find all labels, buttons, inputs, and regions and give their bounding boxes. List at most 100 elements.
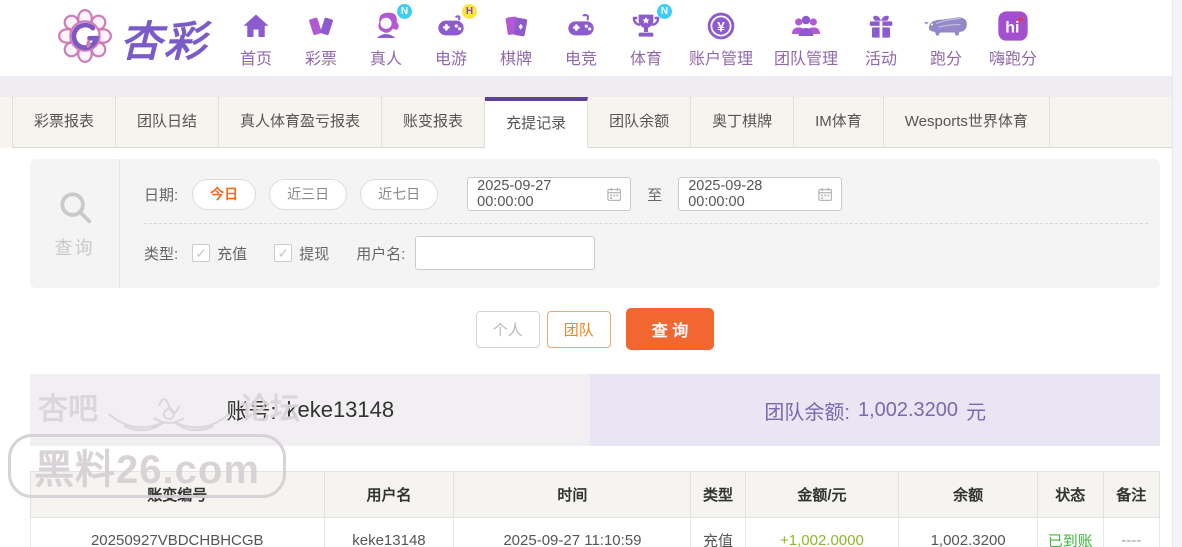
username-label: 用户名: bbox=[356, 245, 406, 263]
hot-badge: H bbox=[462, 3, 478, 19]
nav-item-esports[interactable]: 电竞 bbox=[559, 8, 603, 69]
tab-wesports[interactable]: Wesports世界体育 bbox=[883, 97, 1050, 148]
top-header: 杏彩 首页 彩票 N 真人 H 电游 棋牌 电竞 N 体育 ¥ 账户管理 团队管… bbox=[0, 0, 1182, 76]
date-to-input[interactable]: 2025-09-28 00:00:00 bbox=[678, 177, 843, 211]
cell-time: 2025-09-27 11:10:59 bbox=[453, 517, 692, 547]
nav-item-home[interactable]: 首页 bbox=[234, 8, 278, 69]
nav-item-lottery[interactable]: 彩票 bbox=[299, 8, 343, 69]
checkbox-check-icon: ✓ bbox=[192, 244, 211, 262]
col-balance: 余额 bbox=[898, 471, 1039, 518]
nav-item-live[interactable]: N 真人 bbox=[364, 3, 413, 69]
calendar-icon bbox=[607, 187, 621, 201]
type-label: 类型: bbox=[144, 245, 179, 263]
team-people-icon bbox=[789, 8, 823, 42]
team-balance-label: 团队余额: bbox=[764, 401, 850, 424]
username-input[interactable] bbox=[415, 236, 596, 270]
report-tabbar: 彩票报表 团队日结 真人体育盈亏报表 账变报表 充提记录 团队余额 奥丁棋牌 I… bbox=[0, 97, 1182, 148]
tab-im-sports[interactable]: IM体育 bbox=[794, 97, 884, 148]
cell-remark: ---- bbox=[1102, 517, 1161, 547]
filter-divider bbox=[144, 223, 1148, 224]
personal-button[interactable]: 个人 bbox=[475, 310, 540, 348]
team-balance-value: 1,002.3200 bbox=[857, 398, 959, 421]
cell-username: keke13148 bbox=[323, 517, 455, 547]
tab-live-sports-pnl[interactable]: 真人体育盈亏报表 bbox=[219, 97, 383, 148]
new-badge: N bbox=[657, 3, 673, 19]
nav-item-paofen[interactable]: 跑分 bbox=[924, 8, 968, 69]
cards-icon bbox=[501, 8, 531, 42]
hi-app-icon: hi bbox=[997, 8, 1029, 42]
cell-balance: 1,002.3200 bbox=[898, 517, 1039, 547]
esports-gamepad-icon bbox=[565, 8, 597, 42]
brand-logo[interactable]: 杏彩 bbox=[58, 8, 208, 69]
account-label: 账号: bbox=[226, 399, 277, 424]
svg-text:hi: hi bbox=[1005, 19, 1019, 36]
cell-change-id: 20250927VBDCHBHCGB bbox=[30, 517, 325, 547]
main-navigation: 首页 彩票 N 真人 H 电游 棋牌 电竞 N 体育 ¥ 账户管理 团队管理 活… bbox=[234, 3, 1037, 69]
tab-team-daily[interactable]: 团队日结 bbox=[116, 97, 220, 148]
vertical-scrollbar[interactable] bbox=[1172, 0, 1182, 547]
live-person-icon: N bbox=[370, 3, 413, 42]
nav-item-team-management[interactable]: 团队管理 bbox=[774, 8, 838, 69]
filter-panel: 查询 日期: 今日 近三日 近七日 2025-09-27 00:00:00 至 … bbox=[30, 159, 1160, 288]
col-type: 类型 bbox=[690, 471, 746, 518]
checkbox-check-icon: ✓ bbox=[274, 244, 293, 262]
gamepad-icon: H bbox=[435, 3, 478, 42]
lottery-tickets-icon bbox=[306, 8, 336, 42]
calendar-icon bbox=[818, 187, 832, 201]
cell-status: 已到账 bbox=[1037, 517, 1104, 547]
nav-item-account-management[interactable]: ¥ 账户管理 bbox=[689, 8, 753, 69]
withdraw-checkbox[interactable]: ✓ 提现 bbox=[274, 243, 329, 264]
records-table: 账变编号 用户名 时间 类型 金额/元 余额 状态 备注 20250927VBD… bbox=[30, 471, 1161, 547]
nav-item-hi-paofen[interactable]: hi 嗨跑分 bbox=[989, 8, 1037, 69]
main-content: 查询 日期: 今日 近三日 近七日 2025-09-27 00:00:00 至 … bbox=[0, 159, 1182, 547]
brand-name: 杏彩 bbox=[120, 17, 209, 65]
filter-search-block: 查询 bbox=[30, 159, 120, 288]
col-change-id: 账变编号 bbox=[30, 471, 325, 518]
date-label: 日期: bbox=[144, 186, 179, 204]
col-status: 状态 bbox=[1037, 471, 1104, 518]
query-button[interactable]: 查 询 bbox=[625, 308, 715, 350]
account-number-section: 账号: keke13148 bbox=[30, 374, 591, 446]
tab-account-change[interactable]: 账变报表 bbox=[382, 97, 486, 148]
nav-item-boardcards[interactable]: 棋牌 bbox=[494, 8, 538, 69]
col-remark: 备注 bbox=[1102, 471, 1161, 518]
search-block-label: 查询 bbox=[54, 237, 95, 258]
team-button[interactable]: 团队 bbox=[546, 310, 611, 348]
tabbar-filler bbox=[1049, 97, 1182, 148]
type-filter-row: 类型: ✓ 充值 ✓ 提现 用户名: bbox=[144, 232, 1160, 274]
deposit-checkbox[interactable]: ✓ 充值 bbox=[192, 243, 247, 264]
actions-row: 个人 团队 查 询 bbox=[30, 308, 1160, 350]
preset-today-button[interactable]: 今日 bbox=[192, 178, 257, 210]
nav-item-egames[interactable]: H 电游 bbox=[429, 3, 478, 69]
col-time: 时间 bbox=[453, 471, 692, 518]
svg-text:¥: ¥ bbox=[717, 18, 725, 34]
to-label: 至 bbox=[647, 186, 663, 204]
cell-type: 充值 bbox=[690, 517, 746, 547]
date-from-input[interactable]: 2025-09-27 00:00:00 bbox=[467, 177, 632, 211]
team-balance-section: 团队余额: 1,002.3200 元 bbox=[590, 374, 1160, 446]
nav-item-activity[interactable]: 活动 bbox=[859, 8, 903, 69]
account-value: keke13148 bbox=[286, 397, 395, 422]
page: 杏彩 首页 彩票 N 真人 H 电游 棋牌 电竞 N 体育 ¥ 账户管理 团队管… bbox=[0, 0, 1182, 547]
col-username: 用户名 bbox=[323, 471, 455, 518]
team-balance-unit: 元 bbox=[966, 401, 987, 424]
filter-fields: 日期: 今日 近三日 近七日 2025-09-27 00:00:00 至 202… bbox=[120, 159, 1160, 288]
preset-3days-button[interactable]: 近三日 bbox=[269, 178, 348, 210]
gift-icon bbox=[866, 8, 896, 42]
nav-item-sports[interactable]: N 体育 bbox=[624, 3, 673, 69]
tab-aoding-boardcards[interactable]: 奥丁棋牌 bbox=[691, 97, 795, 148]
home-icon bbox=[241, 8, 271, 42]
tab-lottery-report[interactable]: 彩票报表 bbox=[12, 97, 117, 148]
account-summary-bar: 账号: keke13148 团队余额: 1,002.3200 元 bbox=[30, 374, 1160, 446]
trophy-icon: N bbox=[630, 3, 673, 42]
tab-deposit-withdraw-records[interactable]: 充提记录 bbox=[485, 97, 589, 148]
col-amount: 金额/元 bbox=[744, 471, 900, 518]
rhino-run-icon bbox=[924, 8, 968, 42]
new-badge: N bbox=[397, 3, 413, 19]
tab-team-balance[interactable]: 团队余额 bbox=[588, 97, 692, 148]
preset-7days-button[interactable]: 近七日 bbox=[360, 178, 439, 210]
header-divider-band bbox=[0, 76, 1182, 97]
table-row: 20250927VBDCHBHCGB keke13148 2025-09-27 … bbox=[30, 517, 1161, 547]
search-icon bbox=[59, 191, 91, 223]
yuan-coin-icon: ¥ bbox=[705, 8, 737, 42]
